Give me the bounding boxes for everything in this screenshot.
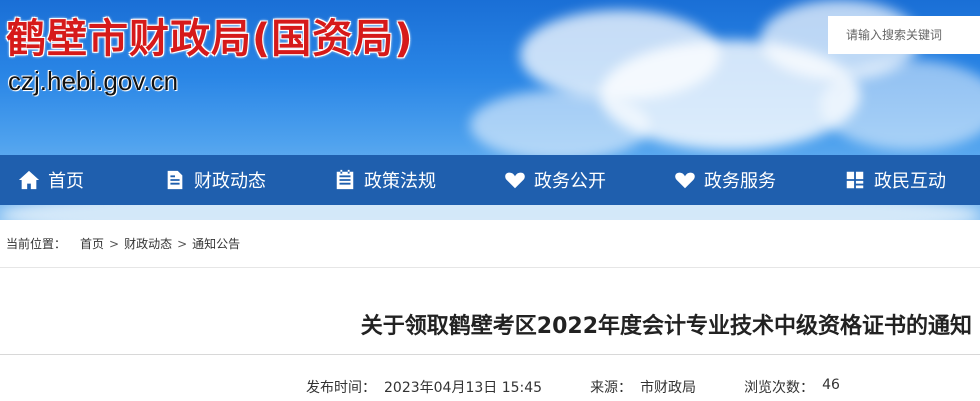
nav-item-label: 财政动态 xyxy=(194,171,266,192)
publish-time-label: 发布时间： xyxy=(306,380,376,396)
publish-time-field: 发布时间： 2023年04月13日 15:45 xyxy=(306,377,542,397)
breadcrumb-separator: > xyxy=(109,236,120,251)
views-field: 浏览次数： 46 xyxy=(744,377,840,397)
views-count: 46 xyxy=(822,377,840,393)
list-icon xyxy=(334,169,356,191)
site-title: 鹤壁市财政局(国资局) xyxy=(6,16,414,62)
breadcrumb-link-home[interactable]: 首页 xyxy=(80,235,104,252)
nav-item-label: 政务服务 xyxy=(704,171,776,192)
views-label: 浏览次数： xyxy=(744,380,815,396)
source-field: 来源： 市财政局 xyxy=(590,377,696,397)
home-icon xyxy=(18,169,40,191)
nav-item-label: 政策法规 xyxy=(364,171,436,192)
nav-item-label: 政务公开 xyxy=(534,171,606,192)
nav-item-gov-affairs-open[interactable]: 政务公开 xyxy=(470,155,640,205)
nav-item-policy[interactable]: 政策法规 xyxy=(300,155,470,205)
breadcrumb-link-finance-news[interactable]: 财政动态 xyxy=(124,235,172,252)
nav-item-home[interactable]: 首页 xyxy=(0,155,130,205)
publish-time-value: 2023年04月13日 15:45 xyxy=(384,380,543,396)
divider xyxy=(0,354,980,355)
search-input[interactable] xyxy=(828,16,980,54)
nav-item-label: 首页 xyxy=(48,171,84,192)
site-domain: czj.hebi.gov.cn xyxy=(8,66,179,96)
breadcrumb: 当前位置： 首页 > 财政动态 > 通知公告 xyxy=(0,220,980,268)
source-label: 来源： xyxy=(590,380,633,396)
document-icon xyxy=(164,169,186,191)
heart-icon xyxy=(674,169,696,191)
breadcrumb-label: 当前位置： xyxy=(6,237,67,251)
cloud-decoration xyxy=(820,60,980,150)
cloud-decoration xyxy=(470,90,650,160)
article-meta: 发布时间： 2023年04月13日 15:45 来源： 市财政局 浏览次数： 4… xyxy=(306,377,840,397)
nav-item-finance-news[interactable]: 财政动态 xyxy=(130,155,300,205)
nav-item-label: 政民互动 xyxy=(874,171,946,192)
grid-icon xyxy=(844,169,866,191)
article-title: 关于领取鹤壁考区2022年度会计专业技术中级资格证书的通知 xyxy=(360,314,972,339)
main-nav: 首页 财政动态 政策法规 政务公开 政务服务 政民互动 xyxy=(0,155,980,205)
source-value: 市财政局 xyxy=(640,380,697,396)
nav-item-gov-services[interactable]: 政务服务 xyxy=(640,155,810,205)
breadcrumb-link-notices[interactable]: 通知公告 xyxy=(192,235,240,252)
heart-icon xyxy=(504,169,526,191)
breadcrumb-separator: > xyxy=(177,236,188,251)
nav-item-interaction[interactable]: 政民互动 xyxy=(810,155,980,205)
